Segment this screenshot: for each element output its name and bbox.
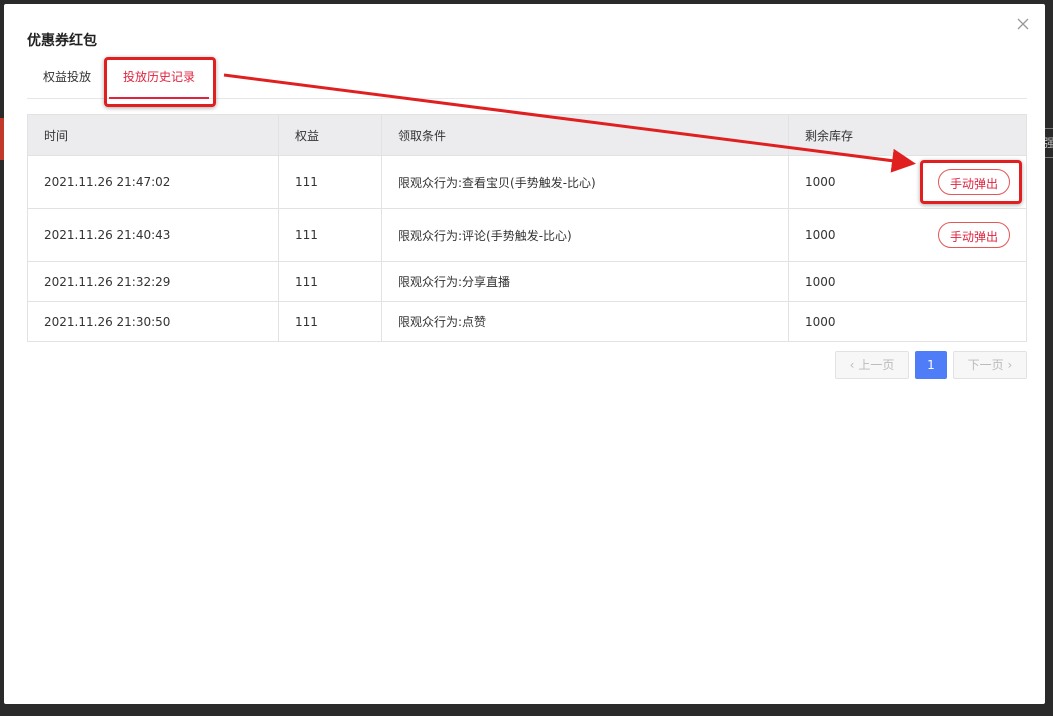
table-header-row: 时间 权益 领取条件 剩余库存 xyxy=(27,114,1027,156)
prev-page-label: 上一页 xyxy=(858,358,895,372)
stock-value: 1000 xyxy=(805,228,836,242)
cell-condition: 限观众行为:点赞 xyxy=(381,301,789,342)
pagination: ‹ 上一页 1 下一页 › xyxy=(835,351,1027,379)
history-table: 时间 权益 领取条件 剩余库存 2021.11.26 21:47:02 111 … xyxy=(27,114,1027,342)
modal-title: 优惠券红包 xyxy=(27,33,97,49)
chevron-left-icon: ‹ xyxy=(849,358,855,372)
chevron-right-icon: › xyxy=(1007,358,1013,372)
table-row: 2021.11.26 21:40:43 111 限观众行为:评论(手势触发-比心… xyxy=(27,208,1027,262)
next-page-label: 下一页 xyxy=(967,358,1004,372)
close-icon xyxy=(1017,18,1029,30)
tab-bar: 权益投放 投放历史记录 xyxy=(27,60,1027,99)
cell-stock: 1000 手动弹出 xyxy=(788,208,1027,262)
cell-time: 2021.11.26 21:40:43 xyxy=(27,208,279,262)
cell-stock: 1000 xyxy=(788,261,1027,302)
tab-delivery-history[interactable]: 投放历史记录 xyxy=(109,60,210,99)
header-time: 时间 xyxy=(27,114,279,156)
cell-time: 2021.11.26 21:47:02 xyxy=(27,155,279,209)
stock-value: 1000 xyxy=(805,175,836,189)
cell-stock: 1000 xyxy=(788,301,1027,342)
cell-condition: 限观众行为:评论(手势触发-比心) xyxy=(381,208,789,262)
cell-condition: 限观众行为:查看宝贝(手势触发-比心) xyxy=(381,155,789,209)
header-stock: 剩余库存 xyxy=(788,114,1027,156)
active-tab-indicator xyxy=(109,97,210,99)
cell-equity: 111 xyxy=(278,261,382,302)
table-row: 2021.11.26 21:30:50 111 限观众行为:点赞 1000 xyxy=(27,301,1027,342)
page-number-button[interactable]: 1 xyxy=(915,351,947,379)
header-equity: 权益 xyxy=(278,114,382,156)
table-row: 2021.11.26 21:32:29 111 限观众行为:分享直播 1000 xyxy=(27,261,1027,302)
coupon-modal: 优惠券红包 权益投放 投放历史记录 时间 权益 领取条件 剩余库存 2021.1… xyxy=(4,4,1045,704)
table-row: 2021.11.26 21:47:02 111 限观众行为:查看宝贝(手势触发-… xyxy=(27,155,1027,209)
cell-equity: 111 xyxy=(278,301,382,342)
tab-equity-delivery[interactable]: 权益投放 xyxy=(43,60,91,98)
manual-popup-button[interactable]: 手动弹出 xyxy=(938,222,1010,248)
cell-time: 2021.11.26 21:30:50 xyxy=(27,301,279,342)
prev-page-button[interactable]: ‹ 上一页 xyxy=(835,351,909,379)
next-page-button[interactable]: 下一页 › xyxy=(953,351,1027,379)
cell-stock: 1000 手动弹出 xyxy=(788,155,1027,209)
tab-delivery-history-label: 投放历史记录 xyxy=(123,70,196,84)
cell-time: 2021.11.26 21:32:29 xyxy=(27,261,279,302)
header-condition: 领取条件 xyxy=(381,114,789,156)
manual-popup-button[interactable]: 手动弹出 xyxy=(938,169,1010,195)
close-button[interactable] xyxy=(1013,14,1033,34)
cell-equity: 111 xyxy=(278,155,382,209)
cell-equity: 111 xyxy=(278,208,382,262)
cell-condition: 限观众行为:分享直播 xyxy=(381,261,789,302)
